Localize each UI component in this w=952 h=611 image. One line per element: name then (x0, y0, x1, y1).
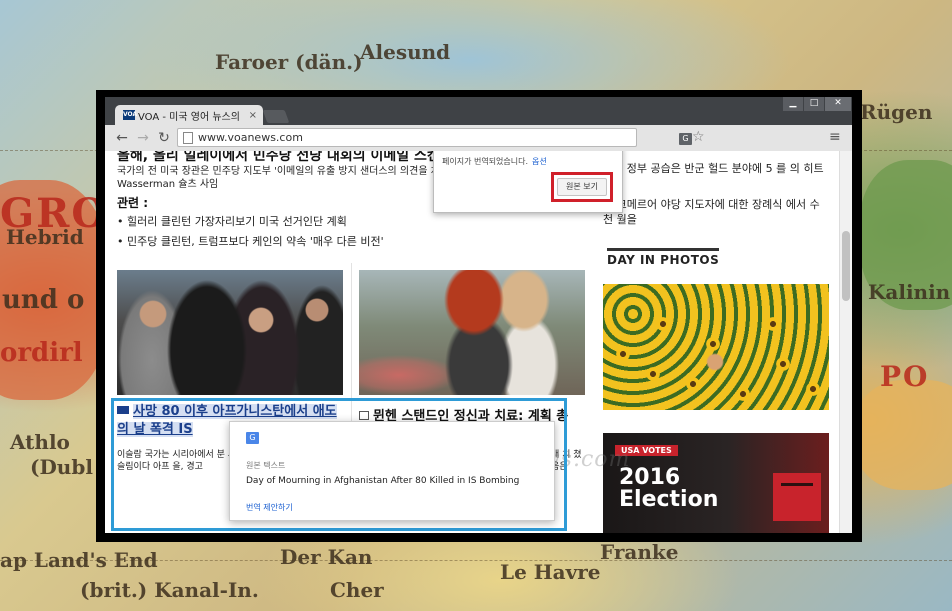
map-region-yellow (855, 380, 952, 490)
page-viewport: 올해, 올리 일레이에서 민주당 전당 대회의 이메일 스캔 국가의 전 미국 … (105, 151, 839, 533)
options-link[interactable]: 옵션 (532, 157, 547, 166)
map-label: Alesund (360, 40, 451, 64)
election-title: 2016 Election (619, 467, 718, 511)
map-label: Franke (600, 540, 679, 564)
map-label: (brit.) Kanal-In. (80, 578, 259, 602)
new-tab-button[interactable] (262, 110, 290, 123)
right-news-link[interactable]: 리아 정부 공습은 반군 헐드 분야에 5 를 의 히트 (603, 161, 828, 176)
related-link[interactable]: • 힐러리 클린턴 가장자리보기 미국 선거인단 계획 (117, 213, 347, 229)
ballot-box-icon (773, 473, 821, 521)
map-label: PO (880, 360, 930, 393)
bookmark-star-icon[interactable]: ☆ (692, 129, 705, 146)
top-article-description: 국가의 전 미국 장관은 민주당 지도부 '이메일의 유출 방지 샌더스의 의견… (117, 166, 440, 190)
show-original-button[interactable]: 원본 보기 (557, 178, 607, 196)
scroll-thumb[interactable] (842, 231, 850, 301)
tab-title: VOA - 미국 영어 뉴스의 (138, 111, 240, 123)
browser-tab[interactable]: VOA VOA - 미국 영어 뉴스의 × (115, 105, 263, 125)
election-year: 2016 (619, 465, 681, 490)
vertical-scrollbar[interactable] (839, 151, 852, 533)
minimize-button[interactable]: ▁ (783, 97, 803, 111)
voa-favicon-icon: VOA (123, 110, 138, 120)
highlight-ring: 원본 보기 (551, 172, 613, 202)
menu-icon[interactable]: ≡ (829, 129, 841, 145)
url-text: www.voanews.com (198, 131, 303, 144)
map-label: Der Kan (280, 545, 373, 569)
translate-icon[interactable]: G (679, 133, 692, 145)
tab-close-icon[interactable]: × (249, 110, 257, 121)
mourning-photo[interactable] (117, 270, 343, 395)
map-label: Faroer (dän.) (215, 50, 363, 74)
original-text: Day of Mourning in Afghanistan After 80 … (246, 476, 520, 486)
related-link[interactable]: • 민주당 클린턴, 트럼프보다 케인의 약속 '매우 다른 비전' (117, 233, 384, 249)
translated-popup: 페이지가 번역되었습니다. 옵션 원본 보기 (433, 151, 623, 213)
reload-icon[interactable]: ↻ (155, 129, 173, 147)
map-label: ordirl (0, 338, 83, 368)
original-text-label: 원본 텍스트 (246, 461, 286, 470)
top-headline[interactable]: 올해, 올리 일레이에서 민주당 전당 대회의 이메일 스캔 (117, 151, 440, 165)
map-label: und o (2, 285, 85, 315)
map-label: Kalinin (868, 280, 951, 304)
election-banner[interactable]: USA VOTES 2016 Election (603, 433, 829, 533)
suggest-translation-link[interactable]: 번역 제안하기 (246, 502, 293, 513)
translated-message: 페이지가 번역되었습니다. 옵션 (442, 156, 547, 167)
page-icon (183, 132, 193, 144)
close-window-button[interactable]: ✕ (825, 97, 851, 111)
sunflower-photo[interactable] (603, 284, 829, 410)
browser-window: VOA VOA - 미국 영어 뉴스의 × ▁ □ ✕ ← → ↻ www.vo… (105, 97, 852, 533)
browser-toolbar: ← → ↻ www.voanews.com G ☆ ≡ (105, 125, 852, 151)
map-label: Le Havre (500, 560, 601, 584)
tab-bar: VOA VOA - 미국 영어 뉴스의 × ▁ □ ✕ (105, 97, 852, 125)
election-word: Election (619, 487, 719, 512)
munich-memorial-photo[interactable] (359, 270, 585, 395)
maximize-button[interactable]: □ (804, 97, 824, 111)
forward-arrow-icon[interactable]: → (134, 129, 152, 147)
related-heading: 관련 : (117, 196, 149, 210)
original-text-popup: G 원본 텍스트 Day of Mourning in Afghanistan … (229, 421, 555, 521)
google-translate-icon: G (246, 432, 259, 444)
back-arrow-icon[interactable]: ← (113, 129, 131, 147)
address-bar[interactable]: www.voanews.com G ☆ (177, 128, 705, 147)
section-heading[interactable]: DAY IN PHOTOS (607, 248, 720, 267)
map-label: ap Land's End (0, 548, 158, 572)
map-label: Cher (330, 578, 384, 602)
right-news-link[interactable]: 해 크메르어 야당 지도자에 대한 장례식 에서 수천 월을 (603, 197, 828, 227)
map-label: (Dubl (30, 455, 93, 479)
map-label: Hebrid (6, 225, 84, 249)
map-label: Rügen (860, 100, 933, 124)
translated-message-text: 페이지가 번역되었습니다. (442, 157, 529, 166)
map-label: Athlo (10, 430, 70, 454)
ballot-slot (781, 483, 813, 486)
